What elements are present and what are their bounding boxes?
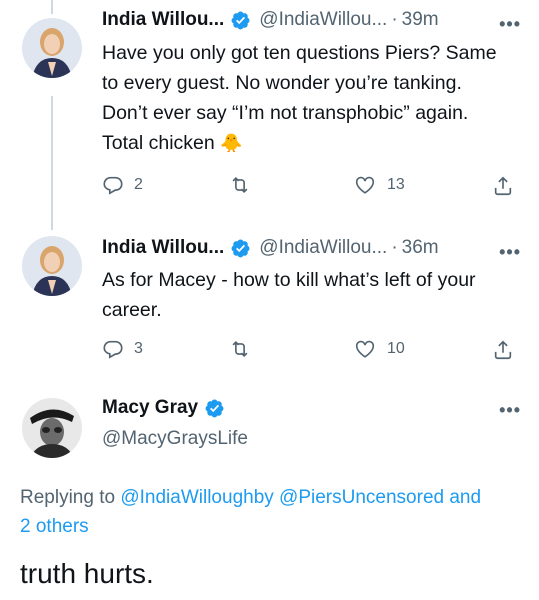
tweet-text: truth hurts. xyxy=(20,558,154,589)
verified-badge-icon xyxy=(230,10,251,31)
handle[interactable]: @IndiaWillou... xyxy=(259,237,387,259)
replying-to: Replying to @IndiaWilloughby @PiersUncen… xyxy=(20,483,520,541)
share-icon xyxy=(492,338,514,362)
reply-icon xyxy=(102,174,124,196)
handle[interactable]: @IndiaWillou... xyxy=(259,9,387,31)
reply-count: 3 xyxy=(134,340,143,357)
tweet-header: India Willou... @IndiaWillou... · 39m xyxy=(102,5,519,35)
tweet-actions: 2 13 xyxy=(102,174,522,202)
replying-and[interactable]: and xyxy=(444,487,481,508)
timestamp[interactable]: 36m xyxy=(402,237,439,259)
heart-icon xyxy=(353,174,377,196)
mention-link[interactable]: @PiersUncensored xyxy=(279,487,444,508)
display-name[interactable]: India Willou... xyxy=(102,9,224,31)
like-count: 10 xyxy=(387,340,405,357)
tweet-header: Macy Gray xyxy=(102,397,225,419)
reply-count: 2 xyxy=(134,176,143,193)
avatar[interactable] xyxy=(22,18,82,78)
tweet-actions: 3 10 xyxy=(102,338,522,366)
chick-emoji: 🐥 xyxy=(220,133,243,153)
others-link[interactable]: 2 others xyxy=(20,516,89,537)
retweet-button[interactable] xyxy=(228,174,252,196)
thread-line-top xyxy=(51,0,53,14)
avatar[interactable] xyxy=(22,398,82,458)
share-button[interactable] xyxy=(492,174,514,198)
reply-button[interactable]: 2 xyxy=(102,174,143,196)
separator: · xyxy=(391,9,398,30)
avatar[interactable] xyxy=(22,236,82,296)
handle[interactable]: @MacyGraysLife xyxy=(102,428,248,450)
more-options-icon[interactable]: ••• xyxy=(499,400,521,421)
like-button[interactable]: 10 xyxy=(353,338,405,360)
verified-badge-icon xyxy=(204,398,225,419)
thread-line-1 xyxy=(51,96,53,230)
display-name[interactable]: Macy Gray xyxy=(102,397,198,419)
retweet-icon xyxy=(228,338,252,360)
separator: · xyxy=(391,237,398,258)
more-options-icon[interactable]: ••• xyxy=(499,14,521,35)
like-count: 13 xyxy=(387,176,405,193)
retweet-button[interactable] xyxy=(228,338,252,360)
verified-badge-icon xyxy=(230,238,251,259)
mention-link[interactable]: @IndiaWilloughby xyxy=(120,487,273,508)
like-button[interactable]: 13 xyxy=(353,174,405,196)
heart-icon xyxy=(353,338,377,360)
more-options-icon[interactable]: ••• xyxy=(499,242,521,263)
timestamp[interactable]: 39m xyxy=(402,9,439,31)
reply-button[interactable]: 3 xyxy=(102,338,143,360)
share-button[interactable] xyxy=(492,338,514,362)
tweet-header: India Willou... @IndiaWillou... · 36m xyxy=(102,233,519,263)
tweet-text: As for Macey - how to kill what’s left o… xyxy=(102,269,476,321)
tweet-body: Have you only got ten questions Piers? S… xyxy=(102,42,497,154)
share-icon xyxy=(492,174,514,198)
tweet-text: Have you only got ten questions Piers? S… xyxy=(102,38,519,158)
reply-icon xyxy=(102,338,124,360)
display-name[interactable]: India Willou... xyxy=(102,237,224,259)
replying-prefix: Replying to xyxy=(20,487,121,508)
retweet-icon xyxy=(228,174,252,196)
